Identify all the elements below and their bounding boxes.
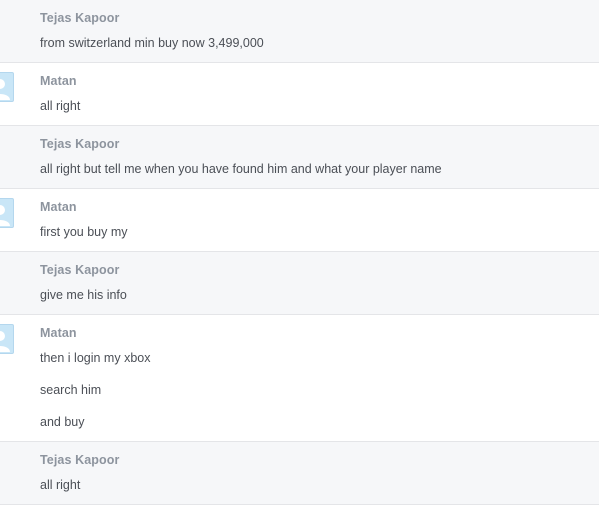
message-author[interactable]: Tejas Kapoor <box>40 126 599 152</box>
message-lines: all right <box>40 89 599 125</box>
message-author[interactable]: Matan <box>40 315 599 341</box>
message-author[interactable]: Tejas Kapoor <box>40 0 599 26</box>
message-text: all right <box>40 99 81 113</box>
message-group: Tejas Kapoor give me his info <box>0 252 599 315</box>
message-text: from switzerland min buy now 3,499,000 <box>40 36 264 50</box>
message-group: Matan first you buy my <box>0 189 599 252</box>
default-user-avatar-icon[interactable] <box>0 198 14 228</box>
message-lines: give me his info <box>40 278 599 314</box>
message-lines: from switzerland min buy now 3,499,000 <box>40 26 599 62</box>
message-text: give me his info <box>40 288 127 302</box>
message-text: and buy <box>40 415 85 429</box>
message-author[interactable]: Tejas Kapoor <box>40 442 599 468</box>
message-group: Matan then i login my xbox search him and b… <box>0 315 599 442</box>
message-lines: then i login my xbox search him and buy <box>40 341 599 441</box>
message-text: first you buy my <box>40 225 128 239</box>
conversation-thread: Tejas Kapoor from switzerland min buy now… <box>0 0 599 506</box>
default-user-avatar-icon[interactable] <box>0 324 14 354</box>
message-lines: all right <box>40 468 599 504</box>
message-text: all right <box>40 478 81 492</box>
message-author[interactable]: Matan <box>40 63 599 89</box>
message-author[interactable]: Tejas Kapoor <box>40 252 599 278</box>
message-author[interactable]: Matan <box>40 189 599 215</box>
message-text: search him <box>40 383 102 397</box>
message-text: then i login my xbox <box>40 351 151 365</box>
message-group: Tejas Kapoor from switzerland min buy now… <box>0 0 599 63</box>
message-group: Tejas Kapoor all right but tell me when y… <box>0 126 599 189</box>
message-text: all right but tell me when you have foun… <box>40 162 442 176</box>
message-lines: first you buy my <box>40 215 599 251</box>
message-group: Tejas Kapoor all right <box>0 442 599 505</box>
default-user-avatar-icon[interactable] <box>0 72 14 102</box>
message-group: Matan all right <box>0 63 599 126</box>
message-lines: all right but tell me when you have foun… <box>40 152 599 188</box>
